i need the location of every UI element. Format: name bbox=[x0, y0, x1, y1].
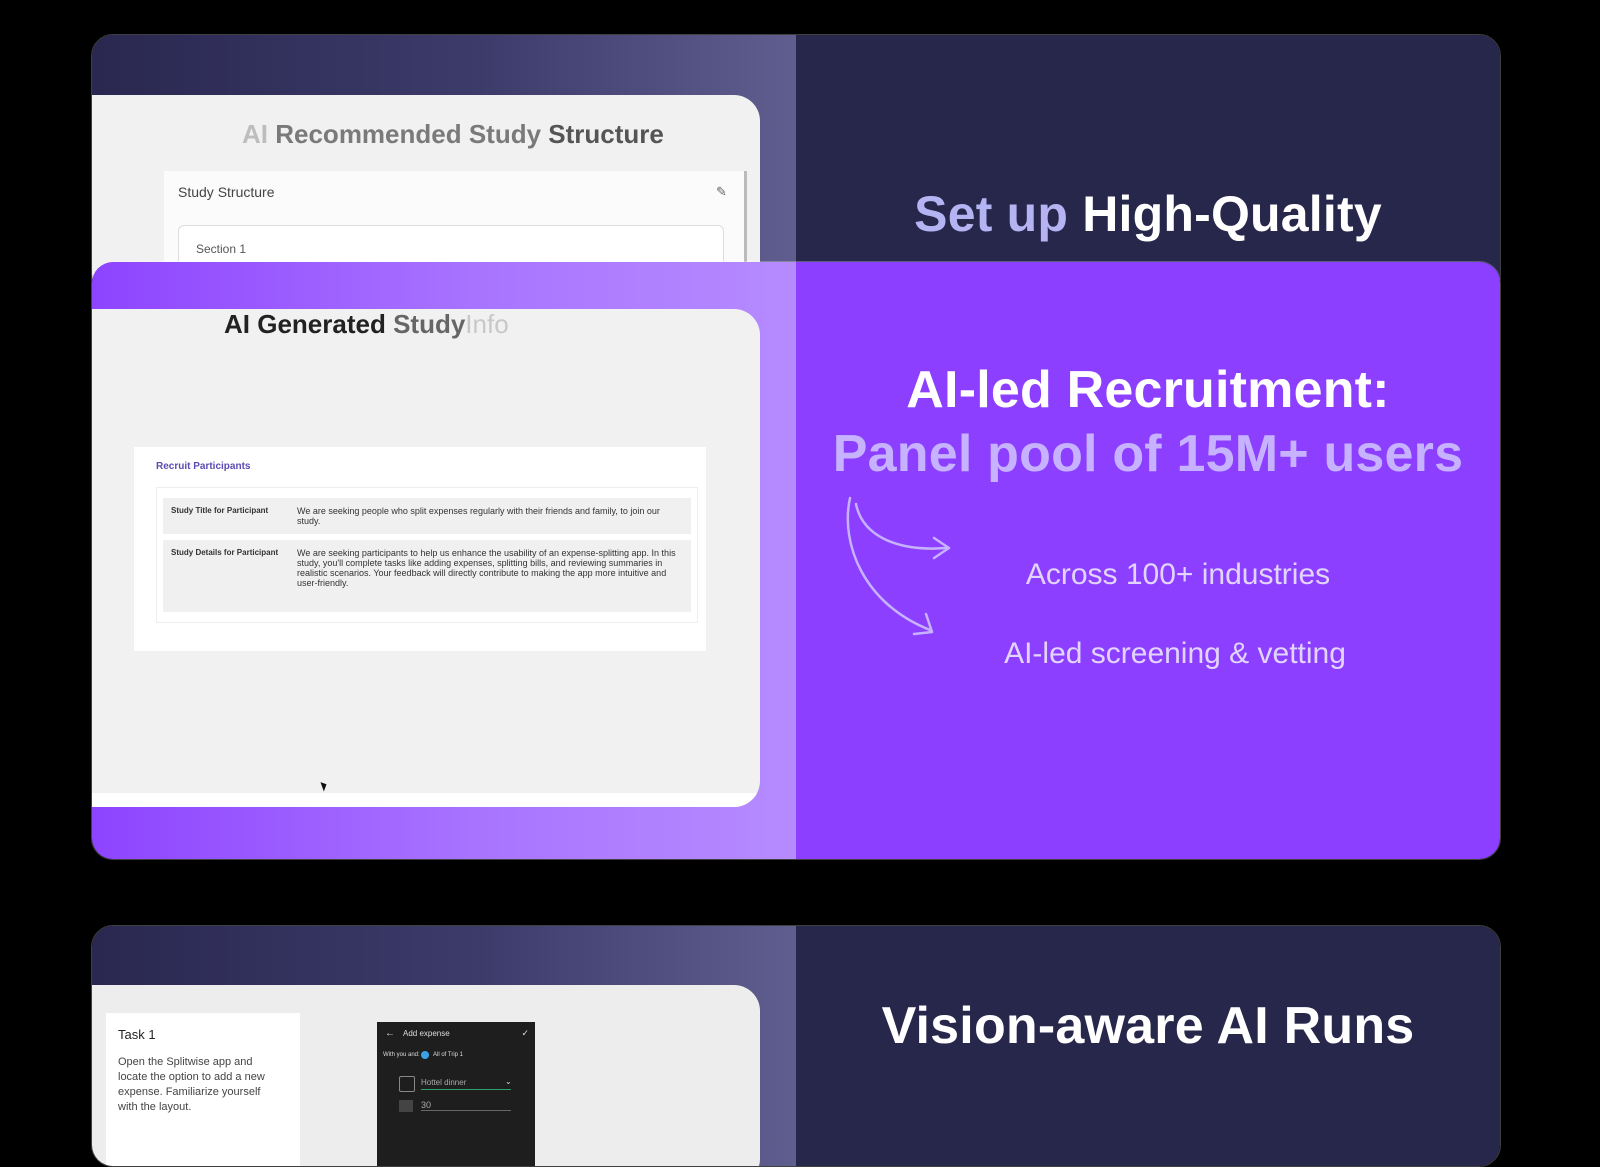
bullet-screening: AI-led screening & vetting bbox=[1004, 637, 1346, 670]
task-body: Open the Splitwise app and locate the op… bbox=[118, 1056, 265, 1113]
card-media-panel: AI Recommended Study Structure Study Str… bbox=[92, 35, 796, 295]
card-media-panel: AI Generated StudyInfo Recruit Participa… bbox=[92, 262, 796, 859]
feature-card-setup: AI Recommended Study Structure Study Str… bbox=[91, 34, 1501, 296]
heading-dim: AI bbox=[242, 119, 268, 149]
section-label: Section 1 bbox=[196, 242, 247, 256]
study-info-screenshot: AI Generated StudyInfo Recruit Participa… bbox=[92, 309, 760, 807]
row-value: We are seeking participants to help us e… bbox=[289, 540, 691, 612]
amount-field[interactable]: 30 bbox=[421, 1100, 511, 1111]
task-screenshot: Task 1 Open the Splitwise app and locate… bbox=[92, 985, 760, 1166]
heading-mid: Study bbox=[393, 309, 466, 339]
details-table: Study Title for Participant We are seeki… bbox=[163, 492, 691, 618]
heading-dark: AI Generated bbox=[224, 309, 386, 339]
card-media-panel: Task 1 Open the Splitwise app and locate… bbox=[92, 926, 796, 1166]
card-text-panel: Set up High-Quality bbox=[796, 35, 1500, 295]
headline-line-1: AI-led Recruitment: bbox=[906, 361, 1390, 419]
description-icon bbox=[399, 1076, 415, 1092]
dropdown-chevron-icon: ⌄ bbox=[505, 1077, 512, 1086]
heading-dim: Info bbox=[465, 309, 509, 339]
panel-title: Study Structure bbox=[178, 184, 275, 200]
panel-title: Recruit Participants bbox=[156, 461, 251, 472]
row-label: Study Title for Participant bbox=[163, 498, 289, 534]
mouse-cursor-icon bbox=[320, 780, 329, 792]
recruit-participants-panel: Recruit Participants Study Title for Par… bbox=[134, 447, 706, 651]
section-strip bbox=[92, 793, 760, 807]
headline-accent: Set up bbox=[914, 186, 1069, 242]
back-arrow-icon[interactable]: ← bbox=[385, 1028, 395, 1039]
headline-line-2: Panel pool of 15M+ users bbox=[832, 425, 1464, 483]
participant-details-table: Study Title for Participant We are seeki… bbox=[156, 487, 698, 623]
description-field[interactable]: Hottel dinner bbox=[421, 1078, 511, 1090]
task-card: Task 1 Open the Splitwise app and locate… bbox=[106, 1013, 300, 1166]
screenshot-heading: AI Recommended Study Structure bbox=[242, 119, 664, 150]
screenshot-heading: AI Generated StudyInfo bbox=[224, 309, 509, 340]
currency-icon bbox=[399, 1100, 413, 1112]
feature-card-recruitment: AI Generated StudyInfo Recruit Participa… bbox=[91, 261, 1501, 860]
headline-main: High-Quality bbox=[1082, 186, 1382, 242]
phone-screen: ← Add expense ✓ With you and: All of Tri… bbox=[377, 1022, 535, 1166]
phone-title: Add expense bbox=[403, 1029, 450, 1038]
edit-icon[interactable]: ✎ bbox=[716, 185, 730, 199]
heading-dark: Structure bbox=[548, 119, 664, 149]
check-icon[interactable]: ✓ bbox=[521, 1028, 529, 1039]
table-row: Study Details for Participant We are see… bbox=[163, 540, 691, 612]
card-text-panel: AI-led Recruitment: Panel pool of 15M+ u… bbox=[796, 262, 1500, 859]
card-headline: Set up High-Quality bbox=[796, 185, 1500, 243]
feature-card-vision: Task 1 Open the Splitwise app and locate… bbox=[91, 925, 1501, 1167]
heading-mid: Recommended Study bbox=[275, 119, 542, 149]
phone-group: All of Trip 1 bbox=[433, 1052, 464, 1058]
row-label: Study Details for Participant bbox=[163, 540, 289, 612]
group-icon bbox=[421, 1051, 429, 1059]
card-text-panel: Vision-aware AI Runs bbox=[796, 926, 1500, 1166]
phone-with: With you and: bbox=[383, 1052, 420, 1058]
table-row: Study Title for Participant We are seeki… bbox=[163, 498, 691, 534]
row-value: We are seeking people who split expenses… bbox=[289, 498, 691, 534]
card-headline: Vision-aware AI Runs bbox=[881, 997, 1415, 1055]
bullet-industries: Across 100+ industries bbox=[1025, 558, 1331, 591]
task-title: Task 1 bbox=[118, 1027, 156, 1042]
